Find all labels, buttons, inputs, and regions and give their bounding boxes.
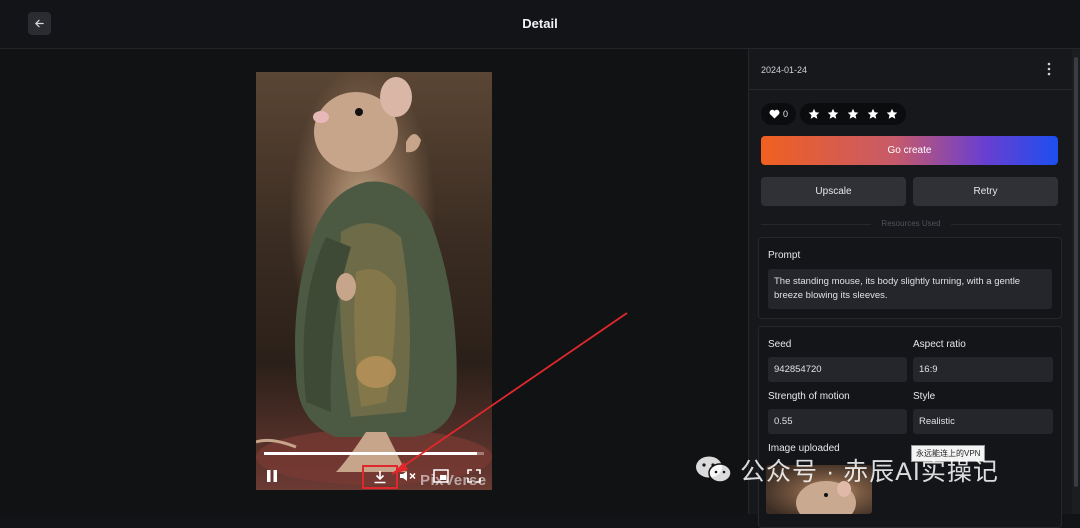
rating-stars[interactable] (800, 103, 906, 125)
video-player[interactable]: PixVerse (256, 72, 492, 490)
more-options-button[interactable] (1043, 61, 1055, 77)
seed-value: 942854720 (768, 357, 907, 382)
resources-used-label: Resources Used (749, 219, 1073, 228)
preview-area: PixVerse (0, 49, 748, 514)
aspect-ratio-value: 16:9 (913, 357, 1053, 382)
sidebar-scroll-thumb[interactable] (1074, 57, 1078, 487)
style-label: Style (913, 391, 936, 402)
motion-strength-value: 0.55 (768, 409, 907, 434)
video-progress-fill (264, 452, 478, 455)
star-icon[interactable] (827, 108, 839, 120)
wechat-watermark: 公众号 · 赤辰AI实操记 (694, 452, 999, 488)
star-icon[interactable] (886, 108, 898, 120)
kebab-menu-icon (1047, 62, 1051, 76)
like-button[interactable]: 0 (761, 103, 797, 125)
pause-button[interactable] (264, 468, 280, 484)
page-title: Detail (522, 16, 558, 31)
prompt-text: The standing mouse, its body slightly tu… (768, 269, 1052, 309)
star-icon[interactable] (808, 108, 820, 120)
upscale-button[interactable]: Upscale (761, 177, 906, 206)
go-create-button[interactable]: Go create (761, 136, 1058, 165)
divider (749, 89, 1073, 90)
seed-label: Seed (768, 339, 792, 350)
video-progress-bar[interactable] (264, 452, 484, 455)
style-value: Realistic (913, 409, 1053, 434)
aspect-ratio-label: Aspect ratio (913, 339, 966, 350)
star-icon[interactable] (867, 108, 879, 120)
pixverse-watermark: PixVerse (420, 472, 487, 489)
top-bar: Detail (0, 0, 1080, 49)
star-icon[interactable] (847, 108, 859, 120)
mute-button[interactable] (399, 468, 417, 484)
wechat-icon (696, 456, 732, 483)
prompt-card: Prompt The standing mouse, its body slig… (758, 237, 1062, 319)
volume-muted-icon (400, 471, 416, 481)
motion-strength-label: Strength of motion (768, 391, 850, 402)
download-button[interactable] (362, 465, 398, 489)
like-count: 0 (783, 109, 789, 119)
pause-icon (267, 470, 277, 482)
retry-button[interactable]: Retry (913, 177, 1058, 206)
download-icon (374, 471, 386, 484)
heart-icon (769, 109, 780, 119)
wechat-account-text: 公众号 · 赤辰AI实操记 (740, 458, 999, 486)
prompt-label: Prompt (768, 250, 801, 261)
creation-date: 2024-01-24 (761, 65, 808, 75)
mouse-illustration (256, 77, 492, 485)
